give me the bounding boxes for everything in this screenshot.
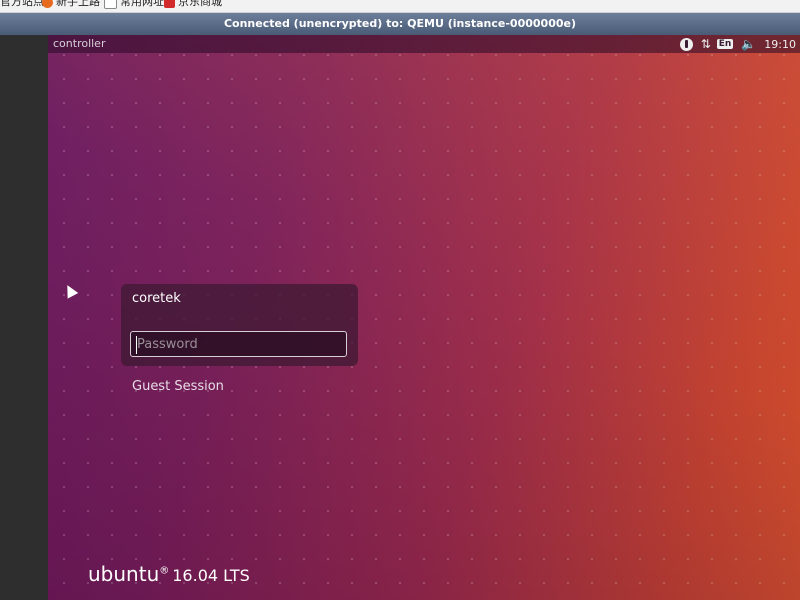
system-tray: ⇅ En 🔈 19:10 xyxy=(679,35,800,53)
bookmark-label: 官方站点 xyxy=(0,0,44,8)
bookmark-jd-mall[interactable]: 京东商城 xyxy=(164,0,222,9)
top-panel: controller ⇅ En 🔈 19:10 xyxy=(48,35,800,53)
clock[interactable]: 19:10 xyxy=(764,38,796,51)
viewer-left-margin xyxy=(0,35,48,600)
bookmark-new-user[interactable]: 新手上路 xyxy=(42,0,100,9)
hostname-label: controller xyxy=(53,37,106,50)
ubuntu-logo-text: ubuntu® 16.04 LTS xyxy=(88,562,250,586)
password-input[interactable] xyxy=(130,331,347,357)
username-label[interactable]: coretek xyxy=(132,291,181,306)
bookmark-official-site[interactable]: 官方站点 xyxy=(0,0,44,9)
bookmark-label: 京东商城 xyxy=(178,0,222,8)
folder-icon xyxy=(104,0,117,9)
guest-session-option[interactable]: Guest Session xyxy=(132,379,224,394)
text-caret xyxy=(136,336,137,354)
brand-name: ubuntu xyxy=(88,562,160,586)
jd-icon xyxy=(164,0,175,8)
brand-mark: ® xyxy=(159,565,170,577)
browser-bookmarks-bar: 官方站点 新手上路 常用网址 京东商城 xyxy=(0,0,800,13)
firefox-icon xyxy=(42,0,53,8)
network-icon[interactable]: ⇅ xyxy=(701,37,711,51)
keyboard-layout-indicator[interactable]: En xyxy=(716,39,734,49)
bookmark-common-sites[interactable]: 常用网址 xyxy=(104,0,164,9)
brand-version: 16.04 LTS xyxy=(172,566,250,585)
login-box: coretek xyxy=(121,284,358,366)
vnc-status-text: Connected (unencrypted) to: QEMU (instan… xyxy=(223,17,577,30)
bookmark-label: 常用网址 xyxy=(120,0,164,8)
vnc-status-bar: Connected (unencrypted) to: QEMU (instan… xyxy=(0,13,800,35)
bookmark-label: 新手上路 xyxy=(56,0,100,8)
volume-icon[interactable]: 🔈 xyxy=(741,37,756,51)
accessibility-icon[interactable] xyxy=(679,37,693,51)
